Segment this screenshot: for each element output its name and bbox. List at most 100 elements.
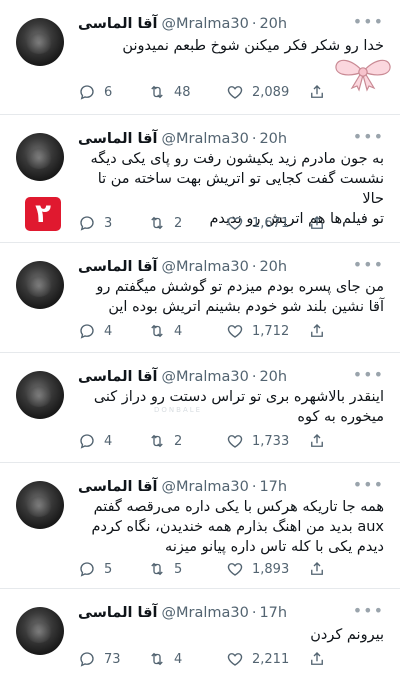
retweet-button[interactable]: 5 bbox=[148, 560, 226, 578]
like-button[interactable]: 1,893 bbox=[226, 560, 308, 578]
like-icon bbox=[227, 653, 243, 666]
share-icon bbox=[311, 324, 323, 337]
more-icon[interactable]: ••• bbox=[353, 12, 384, 31]
user-handle[interactable]: @Mralma30 bbox=[161, 16, 248, 32]
retweet-count: 4 bbox=[174, 323, 183, 339]
tweet-actions: 5 5 1,893 bbox=[78, 557, 348, 581]
tweet[interactable]: آقا الماسی @Mralma30 · 17h ••• بیرونم کر… bbox=[0, 589, 400, 680]
retweet-button[interactable]: 2 bbox=[148, 214, 226, 232]
retweet-button[interactable]: 48 bbox=[148, 83, 226, 101]
like-icon bbox=[227, 325, 243, 338]
tweet-text: بیرونم کردن bbox=[310, 627, 384, 643]
more-icon[interactable]: ••• bbox=[353, 365, 384, 384]
like-button[interactable]: 1,671 bbox=[226, 214, 308, 232]
reply-icon bbox=[80, 562, 94, 577]
reply-count: 5 bbox=[104, 561, 113, 577]
tweet[interactable]: آقا الماسی @Mralma30 · 20h ••• من جای پس… bbox=[0, 243, 400, 352]
tweet[interactable]: آقا الماسی @Mralma30 · 17h ••• همه جا تا… bbox=[0, 463, 400, 588]
avatar[interactable] bbox=[16, 481, 64, 529]
like-count: 1,712 bbox=[252, 323, 290, 339]
more-icon[interactable]: ••• bbox=[353, 127, 384, 146]
like-button[interactable]: 2,089 bbox=[226, 83, 308, 101]
like-button[interactable]: 1,733 bbox=[226, 432, 308, 450]
tweet-actions: 4 4 1,712 bbox=[78, 319, 348, 343]
display-name[interactable]: آقا الماسی bbox=[78, 131, 157, 147]
display-name[interactable]: آقا الماسی bbox=[78, 369, 157, 385]
avatar[interactable] bbox=[16, 18, 64, 66]
reply-count: 4 bbox=[104, 323, 113, 339]
share-button[interactable] bbox=[308, 83, 332, 101]
reply-button[interactable]: 4 bbox=[78, 322, 148, 340]
retweet-icon bbox=[151, 652, 163, 666]
more-icon[interactable]: ••• bbox=[353, 255, 384, 274]
more-icon[interactable]: ••• bbox=[353, 475, 384, 494]
like-icon bbox=[227, 86, 243, 99]
reply-icon bbox=[80, 652, 94, 667]
like-icon bbox=[227, 563, 243, 576]
separator-dot: · bbox=[251, 16, 257, 32]
more-icon[interactable]: ••• bbox=[353, 601, 384, 620]
display-name[interactable]: آقا الماسی bbox=[78, 259, 157, 275]
tweet-text: اینقدر بالاشهره بری تو تراس دستت رو دراز… bbox=[93, 389, 384, 425]
user-handle[interactable]: @Mralma30 bbox=[161, 605, 248, 621]
share-button[interactable] bbox=[308, 650, 332, 668]
tweet-text: همه جا تاریکه هرکس با یکی داره می‌رقصه گ… bbox=[91, 499, 384, 555]
reply-icon bbox=[80, 434, 94, 449]
number-badge: ۲ bbox=[25, 197, 61, 231]
like-count: 2,211 bbox=[252, 651, 290, 667]
timestamp[interactable]: 20h bbox=[259, 131, 287, 147]
separator-dot: · bbox=[251, 479, 257, 495]
tweet-actions: 6 48 2,089 bbox=[78, 80, 348, 104]
timestamp[interactable]: 20h bbox=[259, 259, 287, 275]
like-count: 1,733 bbox=[252, 433, 290, 449]
share-button[interactable] bbox=[308, 432, 332, 450]
like-button[interactable]: 1,712 bbox=[226, 322, 308, 340]
share-button[interactable] bbox=[308, 214, 332, 232]
reply-button[interactable]: 73 bbox=[78, 650, 148, 668]
retweet-button[interactable]: 4 bbox=[148, 322, 226, 340]
reply-button[interactable]: 5 bbox=[78, 560, 148, 578]
reply-button[interactable]: 6 bbox=[78, 83, 148, 101]
tweet-header: آقا الماسی @Mralma30 · 20h bbox=[78, 129, 348, 149]
share-icon bbox=[311, 85, 323, 98]
tweet-header: آقا الماسی @Mralma30 · 20h bbox=[78, 14, 348, 34]
user-handle[interactable]: @Mralma30 bbox=[161, 369, 248, 385]
share-button[interactable] bbox=[308, 322, 332, 340]
like-count: 1,893 bbox=[252, 561, 290, 577]
timestamp[interactable]: 17h bbox=[259, 605, 287, 621]
share-button[interactable] bbox=[308, 560, 332, 578]
retweet-count: 5 bbox=[174, 561, 183, 577]
retweet-icon bbox=[151, 562, 163, 576]
retweet-button[interactable]: 4 bbox=[148, 650, 226, 668]
timestamp[interactable]: 20h bbox=[259, 16, 287, 32]
like-button[interactable]: 2,211 bbox=[226, 650, 308, 668]
separator-dot: · bbox=[251, 131, 257, 147]
retweet-count: 2 bbox=[174, 433, 183, 449]
display-name[interactable]: آقا الماسی bbox=[78, 16, 157, 32]
avatar[interactable] bbox=[16, 607, 64, 655]
user-handle[interactable]: @Mralma30 bbox=[161, 479, 248, 495]
retweet-button[interactable]: 2 bbox=[148, 432, 226, 450]
tweet-header: آقا الماسی @Mralma30 · 20h bbox=[78, 367, 348, 387]
timestamp[interactable]: 20h bbox=[259, 369, 287, 385]
reply-icon bbox=[80, 85, 94, 100]
separator-dot: · bbox=[251, 259, 257, 275]
reply-button[interactable]: 4 bbox=[78, 432, 148, 450]
user-handle[interactable]: @Mralma30 bbox=[161, 259, 248, 275]
reply-button[interactable]: 3 bbox=[78, 214, 148, 232]
tweet-header: آقا الماسی @Mralma30 · 17h bbox=[78, 477, 348, 497]
display-name[interactable]: آقا الماسی bbox=[78, 479, 157, 495]
like-icon bbox=[227, 217, 243, 230]
watermark: DONBALE bbox=[154, 406, 203, 414]
user-handle[interactable]: @Mralma30 bbox=[161, 131, 248, 147]
avatar[interactable] bbox=[16, 133, 64, 181]
separator-dot: · bbox=[251, 369, 257, 385]
share-icon bbox=[311, 562, 323, 575]
reply-count: 6 bbox=[104, 84, 113, 100]
avatar[interactable] bbox=[16, 371, 64, 419]
like-icon bbox=[227, 435, 243, 448]
display-name[interactable]: آقا الماسی bbox=[78, 605, 157, 621]
tweet-header: آقا الماسی @Mralma30 · 20h bbox=[78, 257, 348, 277]
avatar[interactable] bbox=[16, 261, 64, 309]
timestamp[interactable]: 17h bbox=[259, 479, 287, 495]
